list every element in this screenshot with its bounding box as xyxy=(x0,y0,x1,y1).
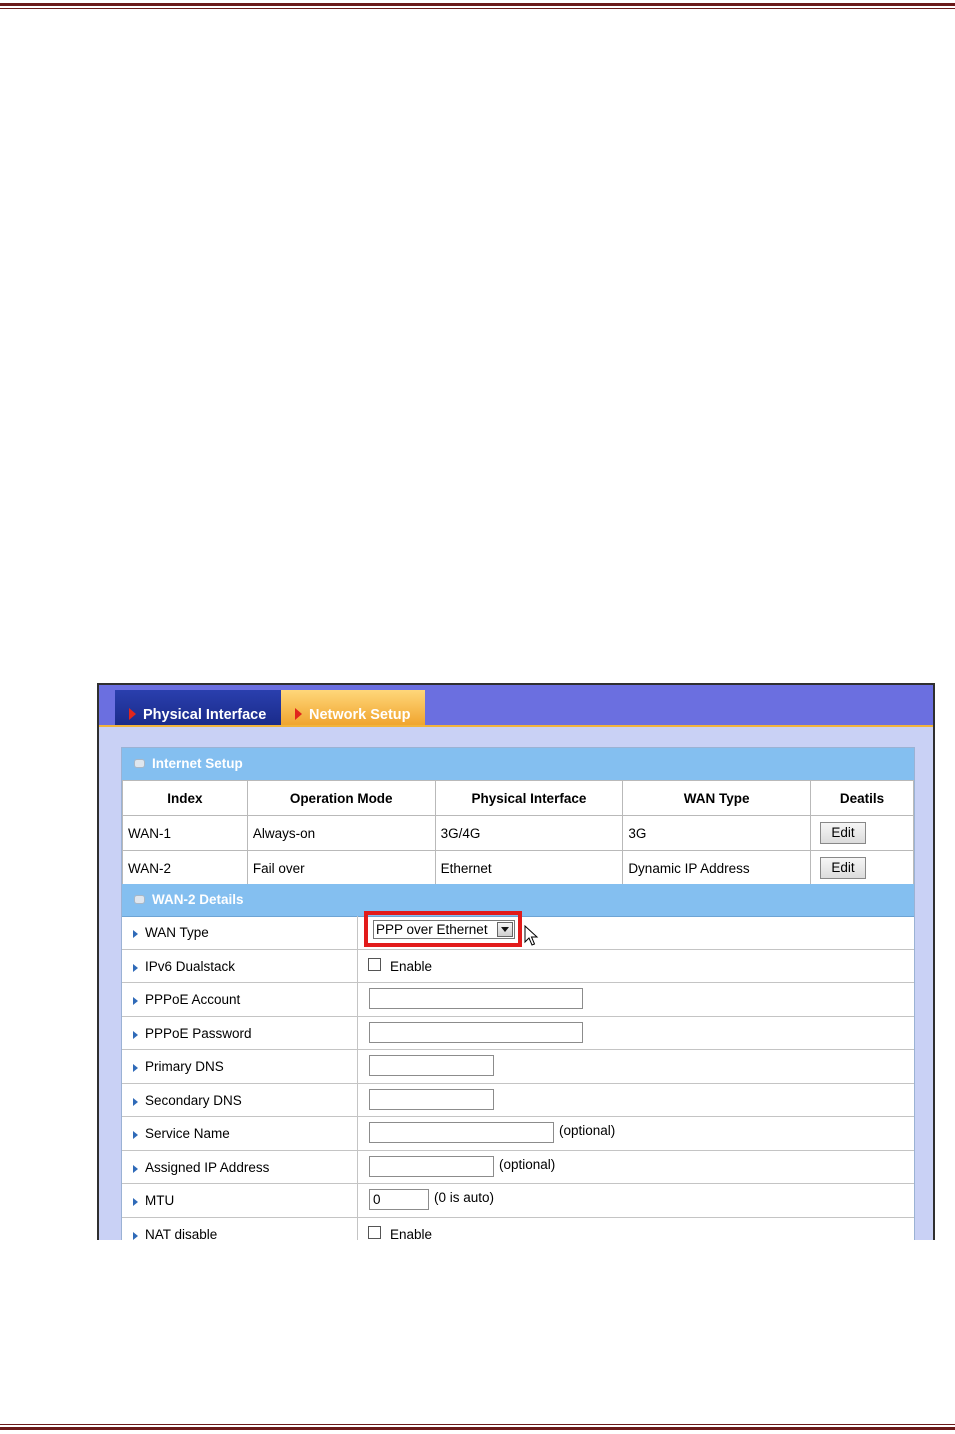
wan-table: Index Operation Mode Physical Interface … xyxy=(122,780,914,886)
checkbox-label: Enable xyxy=(390,1226,433,1241)
cell-index: WAN-1 xyxy=(122,815,248,851)
column-header: Index xyxy=(122,780,248,816)
field-hint: (optional) xyxy=(499,1156,556,1172)
edit-button[interactable]: Edit xyxy=(820,822,867,844)
cell-interface: 3G/4G xyxy=(434,815,624,851)
column-header: Operation Mode xyxy=(246,780,436,816)
row-arrow-icon xyxy=(133,1064,138,1072)
row-arrow-icon xyxy=(133,1198,138,1206)
row-arrow-icon xyxy=(133,1231,138,1240)
tab-label: Network Setup xyxy=(309,707,411,723)
cell-interface: Ethernet xyxy=(434,850,624,886)
checkbox-label: Enable xyxy=(390,958,433,974)
table-row: WAN-1 Always-on 3G/4G 3G Edit xyxy=(122,815,914,851)
service-name-row: Service Name (optional) xyxy=(122,1117,914,1151)
cell-index: WAN-2 xyxy=(122,850,248,886)
cell-mode: Fail over xyxy=(246,850,436,886)
top-rule-thick xyxy=(0,3,955,6)
column-header: Physical Interface xyxy=(434,780,624,816)
cell-wan-type: Dynamic IP Address xyxy=(622,850,812,886)
row-arrow-icon xyxy=(133,1097,138,1106)
row-arrow-icon xyxy=(133,1030,138,1039)
service-name-input[interactable] xyxy=(369,1122,554,1143)
field-label: Primary DNS xyxy=(145,1059,224,1074)
row-arrow-icon xyxy=(133,963,138,972)
ipv6-checkbox[interactable] xyxy=(368,957,381,971)
highlight-box: PPP over Ethernet xyxy=(364,911,522,947)
field-label: Secondary DNS xyxy=(145,1092,242,1108)
assigned-ip-input[interactable] xyxy=(369,1155,494,1177)
row-arrow-icon xyxy=(133,930,138,938)
tab-arrow-icon xyxy=(295,708,302,720)
section-bullet-icon xyxy=(134,759,145,768)
field-label: PPPoE Password xyxy=(145,1025,252,1041)
tab-physical-interface[interactable]: Physical Interface xyxy=(115,690,281,725)
cell-mode: Always-on xyxy=(246,815,436,851)
pppoe-account-input[interactable] xyxy=(369,988,583,1009)
tab-underline xyxy=(99,725,933,727)
assigned-ip-row: Assigned IP Address (optional) xyxy=(122,1150,914,1184)
mouse-pointer-icon xyxy=(524,925,539,946)
secondary-dns-input[interactable] xyxy=(369,1088,494,1110)
field-label: PPPoE Account xyxy=(145,992,241,1007)
chevron-down-icon[interactable] xyxy=(497,922,513,937)
router-config-screenshot: Physical Interface Network Setup Interne… xyxy=(97,683,935,1240)
cell-details: Edit xyxy=(810,815,914,851)
nat-disable-row: NAT disable Enable xyxy=(122,1217,914,1241)
wan-type-row: WAN Type PPP over Ethernet xyxy=(122,911,914,950)
wan-type-select[interactable]: PPP over Ethernet xyxy=(373,920,515,939)
tab-network-setup[interactable]: Network Setup xyxy=(281,690,425,725)
tab-label: Physical Interface xyxy=(143,707,267,723)
field-label: IPv6 Dualstack xyxy=(145,958,236,974)
wan2-details-form: WAN Type PPP over Ethernet IPv6 Dualstac… xyxy=(122,911,914,1241)
select-value: PPP over Ethernet xyxy=(376,922,488,937)
primary-dns-input[interactable] xyxy=(369,1055,494,1076)
field-hint: (0 is auto) xyxy=(434,1190,495,1205)
ipv6-row: IPv6 Dualstack Enable xyxy=(122,949,914,983)
nat-disable-checkbox[interactable] xyxy=(368,1225,381,1239)
section-bullet-icon xyxy=(134,895,145,904)
row-arrow-icon xyxy=(133,997,138,1005)
bottom-rule-thick xyxy=(0,1427,955,1430)
top-rule-thin xyxy=(0,8,955,9)
field-label: Assigned IP Address xyxy=(145,1159,270,1175)
field-label: NAT disable xyxy=(145,1226,218,1241)
primary-dns-row: Primary DNS xyxy=(122,1050,914,1084)
column-header: Deatils xyxy=(810,780,914,816)
secondary-dns-row: Secondary DNS xyxy=(122,1083,914,1117)
field-label: Service Name xyxy=(145,1126,230,1141)
edit-button[interactable]: Edit xyxy=(820,857,867,879)
table-header-row: Index Operation Mode Physical Interface … xyxy=(122,780,914,816)
table-row: WAN-2 Fail over Ethernet Dynamic IP Addr… xyxy=(122,850,914,886)
mtu-input[interactable] xyxy=(369,1189,429,1210)
tab-arrow-icon xyxy=(129,708,136,720)
mtu-row: MTU (0 is auto) xyxy=(122,1184,914,1218)
pppoe-password-row: PPPoE Password xyxy=(122,1016,914,1050)
row-arrow-icon xyxy=(133,1164,138,1173)
pppoe-password-input[interactable] xyxy=(369,1021,583,1043)
tab-bar: Physical Interface Network Setup xyxy=(99,685,933,725)
pppoe-account-row: PPPoE Account xyxy=(122,983,914,1017)
bottom-rule-thin xyxy=(0,1424,955,1425)
cell-wan-type: 3G xyxy=(622,815,812,851)
section-title: Internet Setup xyxy=(152,756,243,771)
section-title: WAN-2 Details xyxy=(152,892,244,907)
cell-details: Edit xyxy=(810,850,914,886)
column-header: WAN Type xyxy=(622,780,812,816)
internet-setup-header: Internet Setup xyxy=(122,748,914,781)
field-label: MTU xyxy=(145,1193,175,1208)
field-label: WAN Type xyxy=(145,925,209,940)
field-hint: (optional) xyxy=(559,1123,616,1138)
row-arrow-icon xyxy=(133,1131,138,1139)
content-panel: Internet Setup Index Operation Mode Phys… xyxy=(121,747,915,1240)
